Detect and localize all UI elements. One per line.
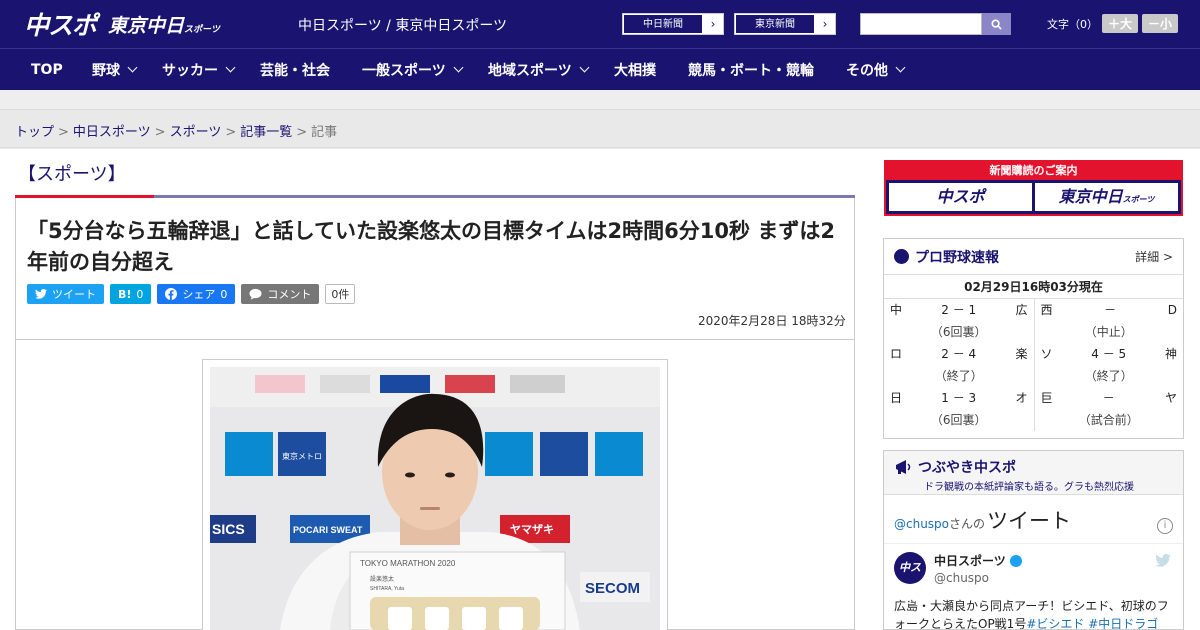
breadcrumb-current: 記事 — [311, 125, 338, 140]
backdrop-logo-asics: SICS — [212, 521, 245, 537]
game-score[interactable]: 巨－ヤ （試合前） — [1041, 387, 1178, 431]
article-headline: 「5分台なら五輪辞退」と話していた設楽悠太の目標タイムは2時間6分10秒 まずは… — [27, 219, 835, 274]
main-nav: TOP 野球 サッカー 芸能・社会 一般スポーツ 地域スポーツ 大相撲 競馬・ボ… — [0, 48, 1200, 90]
backdrop-logo-secom: SECOM — [585, 580, 640, 597]
placard-name-en: SHITARA, Yuta — [370, 586, 404, 592]
tsubuyaki-subtitle: ドラ観戦の本紙評論家も語る。グラも熱烈応援 — [924, 482, 1134, 493]
search-button[interactable] — [982, 13, 1011, 35]
twitter-icon — [35, 289, 47, 299]
twitter-timeline-header: @chuspo さんの ツイート i — [884, 495, 1183, 544]
game-score[interactable]: ロ2 － 4楽 （終了） — [890, 343, 1028, 387]
site-title[interactable]: 中日スポーツ / 東京中日スポーツ — [298, 15, 507, 35]
font-smaller-button[interactable]: －小 — [1142, 14, 1179, 33]
nav-item-entertainment[interactable]: 芸能・社会 — [260, 60, 330, 80]
tweet-text: 広島・大瀬良から同点アーチ！ビシエド、初球のフォークとらえたOP戦1号#ビシエド… — [894, 599, 1169, 630]
subscription-banner[interactable]: 新聞購読のご案内 中スポ 東京中日スポーツ — [884, 160, 1183, 216]
nav-item-top[interactable]: TOP — [31, 62, 63, 78]
score-column-right: 西－ D （中止） ソ4 － 5神 （終了） 巨－ヤ （試合前） — [1033, 299, 1184, 431]
logo-main: 中スポ — [24, 11, 97, 40]
tweet-item[interactable]: 中スポ 中日スポーツ @chuspo 広島・大瀬良から同点アーチ！ビシエド、初球… — [884, 544, 1183, 630]
score-column-left: 中2 － 1広 （6回裏） ロ2 － 4楽 （終了） 日1 － 3オ （6回裏） — [884, 299, 1034, 431]
subscription-chuspo[interactable]: 中スポ — [889, 183, 1032, 211]
comment-button[interactable]: コメント — [241, 284, 320, 304]
tweet-button[interactable]: ツイート — [27, 284, 104, 304]
baseball-title: プロ野球速報 — [915, 249, 999, 266]
article-divider — [15, 339, 855, 340]
placard-name-jp: 設楽悠太 — [370, 575, 394, 583]
backdrop-logo-pocari: POCARI SWEAT — [293, 525, 363, 535]
baseball-details-link[interactable]: 詳細 > — [1135, 248, 1173, 265]
nav-item-local-sports[interactable]: 地域スポーツ — [488, 60, 590, 80]
hatena-bookmark-button[interactable]: B! 0 — [110, 284, 152, 304]
font-bigger-button[interactable]: ＋大 — [1102, 14, 1139, 33]
site-logo[interactable]: 中スポ 東京中日スポーツ — [24, 8, 220, 40]
megaphone-icon — [896, 460, 911, 474]
game-score[interactable]: ソ4 － 5神 （終了） — [1041, 343, 1178, 387]
placard-title: TOKYO MARATHON 2020 — [360, 559, 456, 568]
baseball-icon — [894, 249, 909, 264]
tweet-screen-name[interactable]: @chuspo — [934, 571, 1173, 585]
chevron-down-icon — [453, 62, 464, 73]
chunichi-shimbun-button[interactable]: 中日新聞 › — [622, 13, 724, 35]
chevron-down-icon — [895, 62, 906, 73]
chevron-down-icon — [579, 62, 590, 73]
breadcrumb-article-list[interactable]: 記事一覧 — [240, 125, 292, 140]
nav-item-racing[interactable]: 競馬・ボート・競輪 — [688, 60, 814, 80]
breadcrumb: トップ > 中日スポーツ > スポーツ > 記事一覧 > 記事 — [0, 110, 1200, 148]
game-score[interactable]: 日1 － 3オ （6回裏） — [890, 387, 1028, 431]
info-icon[interactable]: i — [1157, 518, 1173, 534]
search-icon — [991, 18, 1002, 30]
twitter-bird-icon — [1155, 554, 1171, 567]
verified-badge-icon — [1009, 554, 1022, 567]
avatar[interactable]: 中スポ — [894, 552, 926, 606]
breadcrumb-top[interactable]: トップ — [15, 125, 54, 140]
press-conference-illustration: SICS POCARI SWEAT ヤマザキ SECOM 東京メトロ TOKYO… — [210, 367, 660, 630]
breadcrumb-sports[interactable]: スポーツ — [170, 125, 222, 140]
site-search — [860, 13, 1011, 35]
hatena-icon: B! — [118, 287, 132, 301]
backdrop-logo-metro: 東京メトロ — [282, 451, 322, 461]
chevron-right-icon: › — [822, 17, 828, 31]
nav-item-sumo[interactable]: 大相撲 — [614, 60, 656, 80]
chevron-down-icon — [225, 62, 236, 73]
share-buttons: ツイート B! 0 シェア 0 コメント 0件 — [27, 284, 356, 304]
chevron-down-icon — [127, 62, 138, 73]
spacer-band — [0, 90, 1200, 110]
baseball-scores-panel: プロ野球速報 詳細 > 02月29日16時03分現在 中2 － 1広 （6回裏）… — [883, 238, 1184, 439]
tweet-author-name[interactable]: 中日スポーツ — [934, 552, 1006, 569]
game-score[interactable]: 西－ D （中止） — [1041, 299, 1178, 343]
facebook-icon — [165, 288, 178, 300]
nav-item-other[interactable]: その他 — [846, 60, 906, 80]
article-date: 2020年2月28日 18時32分 — [698, 314, 846, 328]
tokyo-shimbun-button[interactable]: 東京新聞 › — [734, 13, 836, 35]
breadcrumb-chunichi-sports[interactable]: 中日スポーツ — [73, 125, 151, 140]
chevron-right-icon: › — [710, 17, 716, 31]
nav-item-soccer[interactable]: サッカー — [162, 60, 236, 80]
site-header: 中スポ 東京中日スポーツ 中日スポーツ / 東京中日スポーツ 中日新聞 › 東京… — [0, 0, 1200, 48]
facebook-share-button[interactable]: シェア 0 — [157, 284, 236, 304]
twitter-handle-link[interactable]: @chuspo — [894, 517, 949, 531]
tsubuyaki-title: つぶやき中スポ — [918, 460, 1016, 476]
font-size-control: 文字（0） ＋大 －小 — [1047, 14, 1179, 33]
font-size-label: 文字（0） — [1047, 17, 1098, 31]
search-input[interactable] — [860, 13, 982, 35]
section-label: 【スポーツ】 — [18, 164, 126, 185]
article-photo[interactable]: SICS POCARI SWEAT ヤマザキ SECOM 東京メトロ TOKYO… — [210, 367, 660, 630]
nav-item-baseball[interactable]: 野球 — [92, 60, 138, 80]
hashtag-link[interactable]: #ビシエド — [1026, 617, 1084, 629]
hashtag-link[interactable]: #中日ドラゴ — [1088, 617, 1158, 629]
comment-count: 0件 — [325, 284, 356, 304]
twitter-panel: つぶやき中スポ ドラ観戦の本紙評論家も語る。グラも熱烈応援 @chuspo さん… — [883, 450, 1184, 630]
game-score[interactable]: 中2 － 1広 （6回裏） — [890, 299, 1028, 343]
comment-bubble-icon — [249, 288, 262, 300]
logo-sub: 東京中日スポーツ — [108, 14, 220, 37]
nav-item-general-sports[interactable]: 一般スポーツ — [362, 60, 464, 80]
subscription-tokyo-chunichi[interactable]: 東京中日スポーツ — [1035, 183, 1178, 211]
baseball-timestamp: 02月29日16時03分現在 — [884, 275, 1183, 299]
subscription-title: 新聞購読のご案内 — [886, 162, 1181, 180]
backdrop-logo-yamazaki: ヤマザキ — [510, 523, 554, 536]
